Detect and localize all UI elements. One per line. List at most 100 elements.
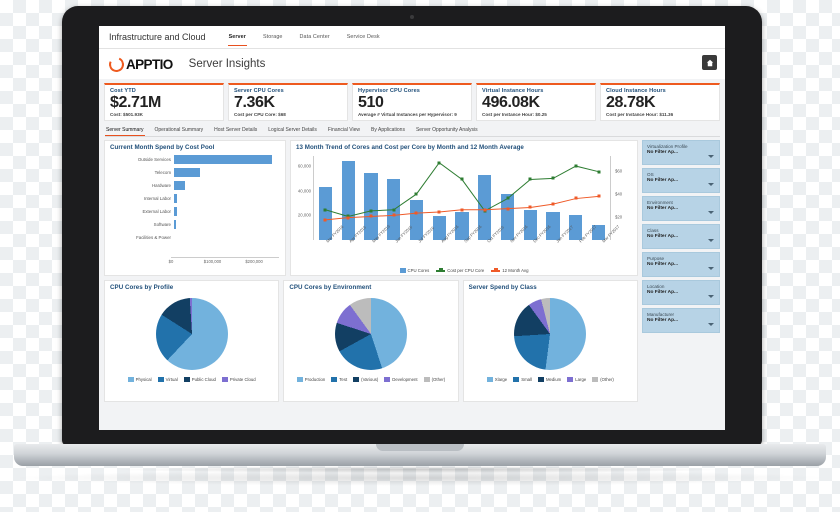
- filter-virtualization-profile[interactable]: Virtualization Profile No Filter Ap...: [642, 139, 720, 165]
- tab-logical-server-details[interactable]: Logical Server Details: [267, 125, 318, 136]
- legend-item[interactable]: Development: [384, 376, 418, 382]
- combo-line-marker[interactable]: [506, 207, 510, 211]
- home-button[interactable]: [702, 55, 717, 70]
- hbar-bar[interactable]: [174, 219, 177, 229]
- filter-class[interactable]: Class No Filter Ap...: [642, 223, 720, 249]
- pie-chart[interactable]: [334, 298, 407, 371]
- legend-item[interactable]: Small: [513, 376, 532, 382]
- filter-environment[interactable]: Environment No Filter Ap...: [642, 195, 720, 221]
- legend-item[interactable]: Test: [331, 376, 347, 382]
- hbar-bar[interactable]: [174, 154, 273, 164]
- legend-item[interactable]: Large: [567, 376, 586, 382]
- filter-location[interactable]: Location No Filter Ap...: [642, 279, 720, 305]
- tab-operational-summary[interactable]: Operational Summary: [154, 125, 205, 136]
- legend-item[interactable]: Public Cloud: [183, 376, 216, 382]
- hbar-category-label: Hardware: [151, 182, 171, 188]
- combo-line-marker[interactable]: [346, 216, 350, 219]
- hbar-category-label: Telecom: [154, 169, 171, 175]
- combo-line-marker[interactable]: [414, 192, 418, 196]
- combo-line-marker[interactable]: [506, 196, 510, 200]
- legend-item[interactable]: Physical: [127, 376, 152, 382]
- pie-chart[interactable]: [514, 298, 587, 371]
- hbar-bar[interactable]: [174, 206, 178, 216]
- kpi-card: Cost YTD $2.71M Cost: $501.93K: [104, 83, 224, 121]
- legend-swatch-icon: [331, 376, 338, 382]
- pie-wrap: [284, 292, 457, 377]
- hbar-bar[interactable]: [174, 167, 201, 177]
- legend-swatch-icon: [423, 376, 430, 382]
- combo-line-marker[interactable]: [460, 208, 464, 212]
- combo-line-layer: [314, 156, 610, 240]
- legend-item[interactable]: Virtual: [157, 376, 178, 382]
- combo-line-marker[interactable]: [551, 176, 555, 180]
- combo-line-marker[interactable]: [574, 164, 578, 168]
- chevron-down-icon[interactable]: [708, 294, 714, 298]
- legend-item[interactable]: (Other): [423, 376, 445, 382]
- tab-host-server-details[interactable]: Host Server Details: [213, 125, 258, 136]
- legend-item[interactable]: (Various): [353, 376, 378, 382]
- chevron-down-icon[interactable]: [708, 322, 714, 326]
- combo-line-marker[interactable]: [437, 161, 441, 165]
- filter-os[interactable]: OS No Filter Ap...: [642, 167, 720, 193]
- chevron-down-icon[interactable]: [708, 266, 714, 270]
- filter-label: Class: [647, 227, 659, 233]
- apptio-logo-icon: [106, 54, 127, 74]
- legend-item[interactable]: 12 Month Avg: [491, 268, 528, 273]
- legend-item[interactable]: CPU Cores: [399, 268, 429, 274]
- legend-item[interactable]: Production: [296, 376, 325, 382]
- combo-line-marker[interactable]: [392, 208, 396, 212]
- chevron-down-icon[interactable]: [708, 238, 714, 242]
- legend-item[interactable]: Private Cloud: [221, 376, 256, 382]
- filter-purpose[interactable]: Purpose No Filter Ap...: [642, 251, 720, 277]
- laptop-mockup: Infrastructure and Cloud Server Storage Da…: [0, 0, 840, 512]
- combo-line-marker[interactable]: [323, 208, 327, 212]
- top-nav-item-storage[interactable]: Storage: [262, 28, 284, 46]
- chevron-down-icon[interactable]: [708, 210, 714, 214]
- combo-line-marker[interactable]: [369, 209, 373, 213]
- top-nav-item-data-center[interactable]: Data Center: [299, 28, 331, 46]
- legend-swatch-icon: [353, 376, 360, 382]
- brand-bar: APPTIO Server Insights: [99, 49, 725, 79]
- combo-line-marker[interactable]: [369, 214, 373, 218]
- combo-line-marker[interactable]: [551, 202, 555, 206]
- combo-line-marker[interactable]: [574, 196, 578, 200]
- tab-server-summary[interactable]: Server Summary: [105, 125, 145, 136]
- legend-label: Medium: [545, 376, 562, 382]
- top-nav-item-server[interactable]: Server: [227, 28, 247, 46]
- combo-line-marker[interactable]: [597, 170, 601, 174]
- combo-line-marker[interactable]: [414, 211, 418, 215]
- hbar-row: Telecom: [107, 166, 279, 179]
- top-nav-item-service-desk[interactable]: Service Desk: [346, 28, 381, 46]
- hbar-bar[interactable]: [174, 193, 178, 203]
- legend-label: Private Cloud: [229, 376, 256, 382]
- combo-line-marker[interactable]: [437, 210, 441, 214]
- tab-financial-view[interactable]: Financial View: [327, 125, 361, 136]
- legend-item[interactable]: Xlarge: [486, 376, 507, 382]
- combo-line-marker[interactable]: [392, 213, 396, 217]
- legend-swatch-icon: [157, 376, 164, 382]
- hbar-track: [174, 153, 279, 166]
- combo-line-marker[interactable]: [528, 177, 532, 181]
- pie-chart[interactable]: [155, 298, 228, 371]
- hbar-category-label: Facilities & Power: [136, 234, 171, 240]
- legend-label: Cost per CPU Core: [447, 268, 485, 274]
- combo-y2-tick: $20: [615, 214, 623, 220]
- legend-label: Small: [521, 376, 532, 382]
- chevron-down-icon[interactable]: [708, 182, 714, 186]
- combo-y-tick: 20,000: [297, 212, 311, 218]
- tab-by-applications[interactable]: By Applications: [370, 125, 406, 136]
- combo-line-marker[interactable]: [323, 218, 327, 222]
- combo-line-marker[interactable]: [483, 208, 487, 212]
- hbar-bar[interactable]: [174, 180, 185, 190]
- combo-line-marker[interactable]: [597, 194, 601, 198]
- legend-item[interactable]: Cost per CPU Core: [436, 268, 484, 273]
- filter-manufacturer[interactable]: Manufacturer No Filter Ap...: [642, 307, 720, 333]
- combo-line-marker[interactable]: [460, 177, 464, 181]
- legend-item[interactable]: Medium: [537, 376, 562, 382]
- legend-swatch-icon: [592, 376, 599, 382]
- combo-line-marker[interactable]: [528, 205, 532, 209]
- legend-item[interactable]: (Other): [592, 376, 614, 382]
- chevron-down-icon[interactable]: [708, 154, 714, 158]
- pie-wrap: [105, 292, 278, 377]
- tab-server-opportunity-analysis[interactable]: Server Opportunity Analysis: [415, 125, 479, 136]
